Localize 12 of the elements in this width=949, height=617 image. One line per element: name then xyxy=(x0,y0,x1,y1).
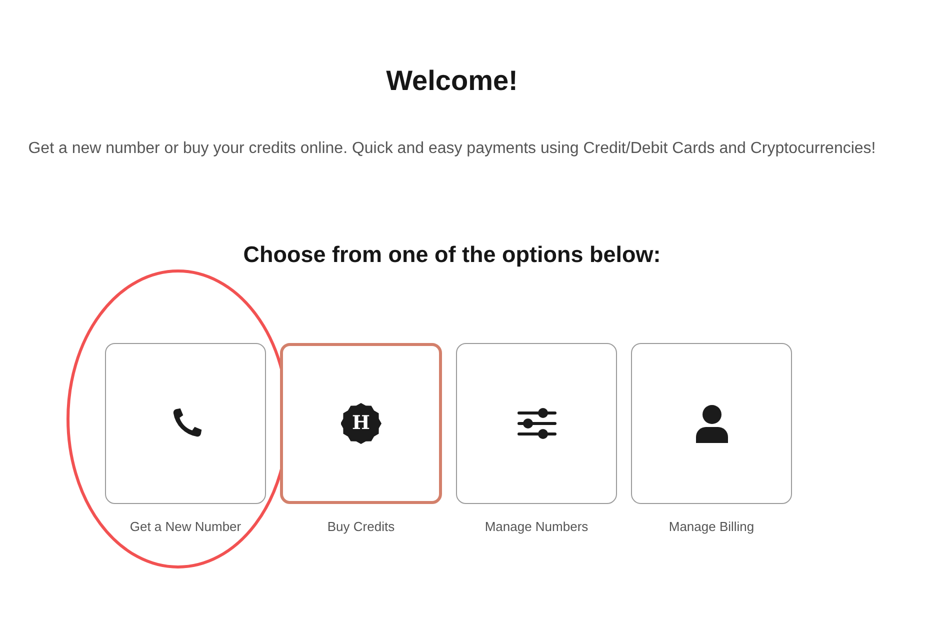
section-heading: Choose from one of the options below: xyxy=(243,241,661,269)
option-label: Manage Billing xyxy=(668,518,754,536)
user-icon xyxy=(696,404,728,442)
option-label: Manage Numbers xyxy=(484,518,588,536)
option-card[interactable] xyxy=(631,343,792,504)
option-label: Get a New Number xyxy=(130,518,242,536)
option-label: Buy Credits xyxy=(327,518,395,536)
page-title: Welcome! xyxy=(386,64,518,98)
option-card[interactable]: H xyxy=(280,343,442,504)
sliders-icon xyxy=(516,407,556,440)
coin-logo: H xyxy=(340,403,382,444)
intro-text: Get a new number or buy your credits online. Quick and easy payments using Credit/Debit Cards and Cryptocurrencies! xyxy=(28,139,876,159)
